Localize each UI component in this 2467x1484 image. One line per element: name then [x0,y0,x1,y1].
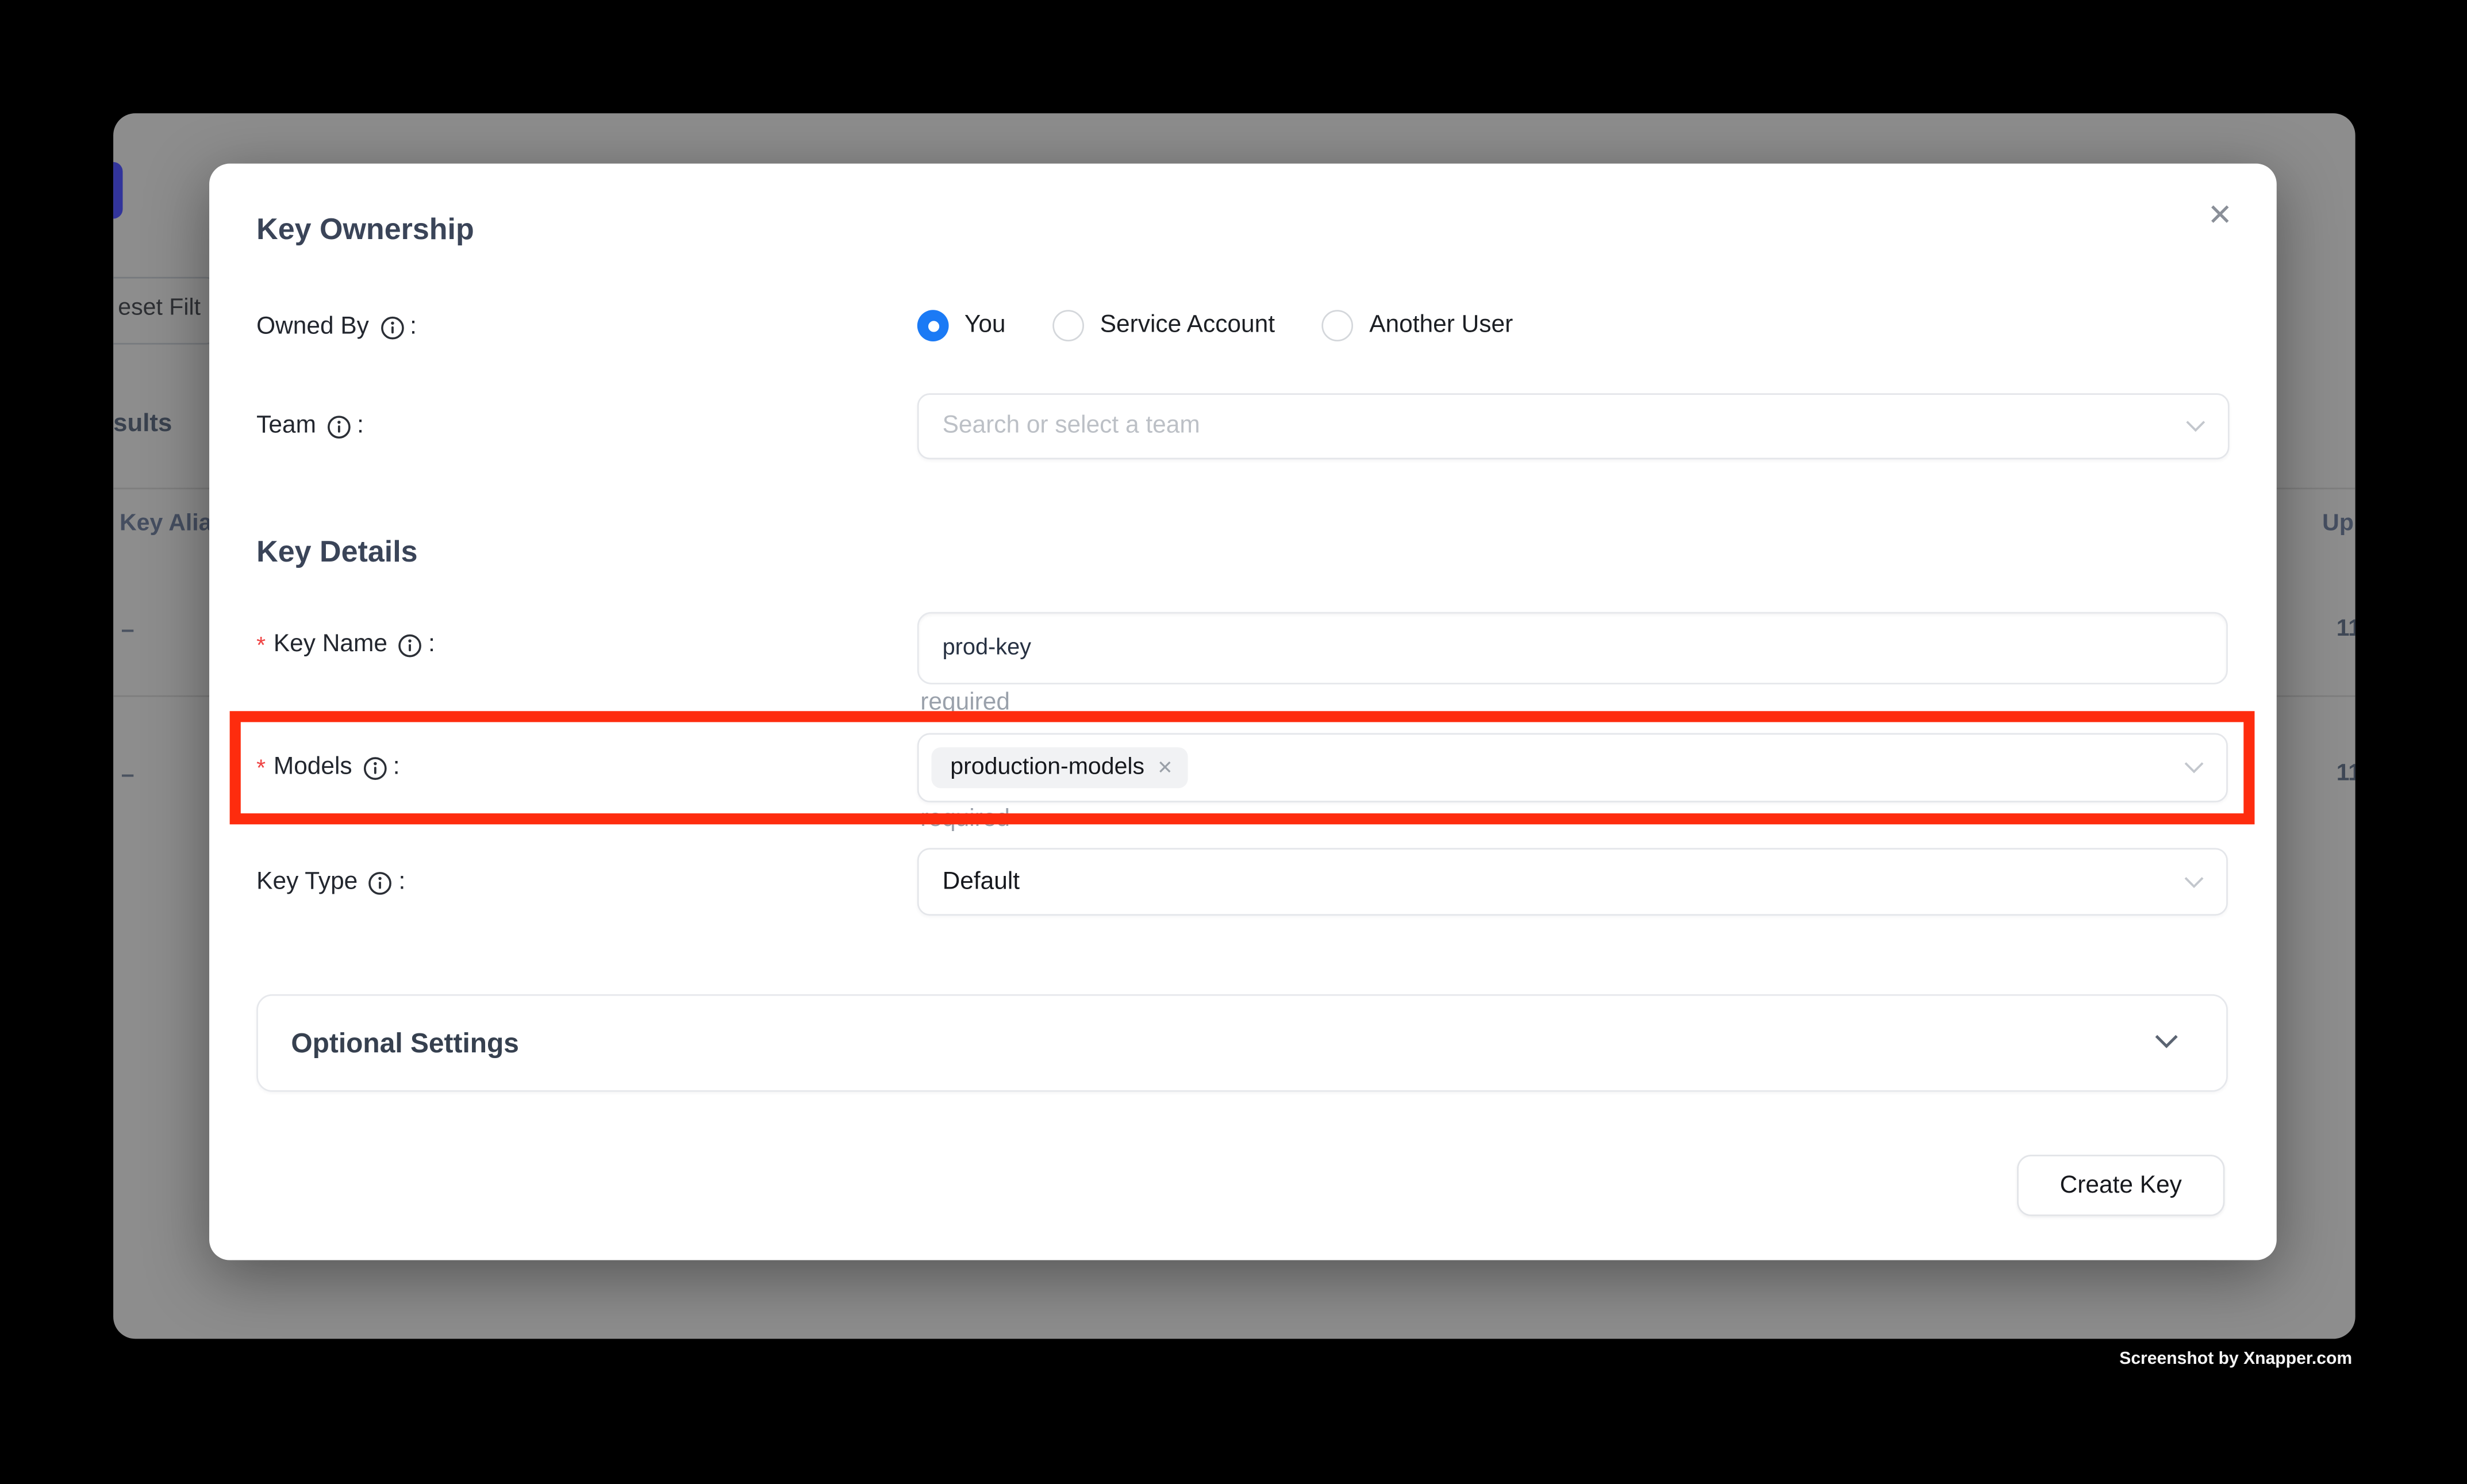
radio-selected-icon[interactable] [917,310,949,341]
info-icon[interactable] [327,414,351,438]
info-icon[interactable] [380,316,404,339]
create-key-button-fragment[interactable] [113,162,122,219]
info-icon[interactable] [368,871,392,894]
info-icon[interactable] [363,756,387,779]
column-header-updated: Up [2322,510,2354,537]
tag-remove-icon[interactable]: ✕ [1157,758,1173,776]
team-select-placeholder: Search or select a team [919,412,1200,440]
owned-by-radio-group: You Service Account Another User [917,310,1538,341]
radio-option-service-account[interactable]: Service Account [1053,310,1275,341]
key-name-required-hint: required [920,689,1010,717]
radio-unselected-icon[interactable] [1322,310,1354,341]
radio-unselected-icon[interactable] [1053,310,1085,341]
screenshot-stage: eset Filt sults Key Alia Up – 11/ – 11/ … [0,0,2467,1483]
required-asterisk: * [256,755,266,782]
chevron-down-icon [2185,412,2206,440]
close-icon[interactable]: ✕ [2208,201,2233,231]
modal-title: Key Ownership [256,214,474,248]
key-details-heading: Key Details [256,536,417,571]
team-label: Team : [256,412,364,440]
optional-settings-label: Optional Settings [291,1027,519,1059]
models-select[interactable]: production-models ✕ [917,733,2228,802]
key-type-value: Default [919,868,1020,896]
key-type-label: Key Type : [256,868,405,897]
key-name-label: * Key Name : [256,631,435,659]
model-tag-label: production-models [950,753,1144,781]
create-key-modal: Key Ownership ✕ Owned By : You Service A… [209,164,2277,1260]
required-asterisk: * [256,632,266,659]
column-header-key-alias: Key Alia [120,510,212,537]
table-row-date-value: 11/ [2337,615,2355,642]
optional-settings-toggle[interactable]: Optional Settings [256,994,2228,1092]
key-name-value: prod-key [919,636,1031,661]
create-key-button[interactable]: Create Key [2017,1155,2224,1216]
key-type-select[interactable]: Default [917,848,2228,916]
chevron-down-icon [2184,753,2204,782]
chevron-down-icon [2184,868,2204,896]
models-label: * Models : [256,753,399,782]
results-count-fragment: sults [113,410,172,439]
reset-filters-button-fragment[interactable]: eset Filt [113,277,217,345]
reset-filters-label: eset Filt [118,294,201,321]
radio-option-you[interactable]: You [917,310,1006,341]
table-row-alias-value: – [121,762,135,789]
key-name-input[interactable]: prod-key [917,612,2228,685]
info-icon[interactable] [398,633,422,657]
chevron-down-icon [2154,1029,2179,1057]
watermark-text: Screenshot by Xnapper.com [2119,1350,2352,1369]
owned-by-label: Owned By : [256,313,417,341]
models-required-hint: required [920,805,1010,833]
table-row-alias-value: – [121,617,135,644]
radio-option-another-user[interactable]: Another User [1322,310,1513,341]
team-select[interactable]: Search or select a team [917,393,2230,459]
model-tag: production-models ✕ [931,747,1188,788]
table-row-date-value: 11/ [2337,760,2355,787]
